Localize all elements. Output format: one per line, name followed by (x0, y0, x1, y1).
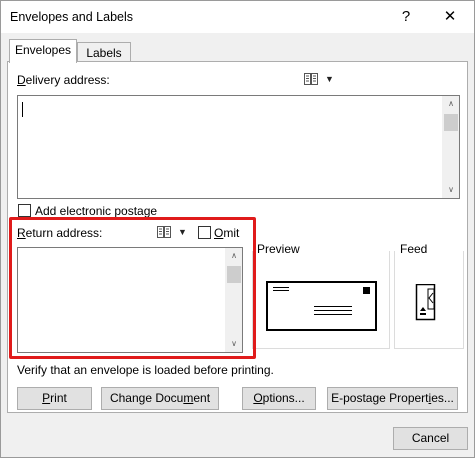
options-access-key: O (253, 391, 263, 405)
e-postage-properties-button[interactable]: E-postage Properties... (327, 387, 458, 410)
electronic-postage-checkbox[interactable] (18, 204, 31, 217)
address-book-icon[interactable] (304, 73, 318, 85)
envelopes-labels-dialog: Envelopes and Labels ? ✕ Envelopes Label… (0, 0, 475, 458)
close-button[interactable]: ✕ (437, 6, 463, 28)
delivery-address-input[interactable]: ∧ ∨ (17, 95, 460, 199)
scroll-down-icon[interactable]: ∨ (443, 182, 459, 198)
return-line (273, 290, 289, 291)
text-cursor (22, 102, 23, 117)
change-document-label-1: Change Docu (109, 391, 184, 405)
title-bar: Envelopes and Labels ? ✕ (1, 1, 474, 33)
print-access-key: P (42, 391, 51, 405)
preview-label: Preview (257, 242, 300, 256)
scroll-up-icon[interactable]: ∧ (443, 96, 459, 112)
print-label: rint (50, 391, 67, 405)
delivery-label-text: elivery address: (25, 73, 110, 87)
feed-label: Feed (400, 242, 428, 256)
tab-strip: Envelopes Labels (1, 33, 474, 63)
delivery-scrollbar[interactable]: ∧ ∨ (442, 96, 459, 198)
delivery-line (314, 310, 352, 311)
delivery-line (314, 314, 352, 315)
return-address-highlight (9, 217, 256, 359)
electronic-postage-label: Add electronic postage (35, 204, 158, 218)
change-document-access-key: m (183, 391, 194, 405)
cancel-button[interactable]: Cancel (393, 427, 468, 450)
help-button[interactable]: ? (393, 6, 419, 28)
address-book-dropdown-icon[interactable]: ▼ (325, 74, 334, 84)
print-button[interactable]: Print (17, 387, 92, 410)
tab-labels-label: Labels (86, 46, 122, 60)
stamp-icon (363, 287, 370, 294)
verify-envelope-text: Verify that an envelope is loaded before… (17, 363, 274, 377)
delivery-label-access-key: D (17, 73, 26, 87)
feed-icon[interactable] (413, 284, 439, 322)
e-postage-label-1: E-postage Propert (331, 391, 429, 405)
return-line (273, 287, 289, 288)
envelope-preview[interactable] (266, 281, 377, 331)
tab-envelopes[interactable]: Envelopes (9, 39, 77, 63)
options-button[interactable]: Options... (242, 387, 316, 410)
change-document-button[interactable]: Change Document (101, 387, 219, 410)
e-postage-label-2: es... (431, 391, 454, 405)
change-document-label-2: ent (193, 391, 211, 405)
delivery-address-label: Delivery address: (17, 73, 110, 87)
tab-envelopes-label: Envelopes (14, 43, 72, 57)
dialog-title: Envelopes and Labels (10, 10, 134, 24)
scroll-thumb[interactable] (444, 114, 458, 131)
options-label: ptions... (262, 391, 305, 405)
delivery-line (314, 306, 352, 307)
tab-labels[interactable]: Labels (77, 42, 131, 63)
envelopes-panel: Delivery address: ▼ ∧ ∨ Add electronic p… (7, 61, 468, 413)
